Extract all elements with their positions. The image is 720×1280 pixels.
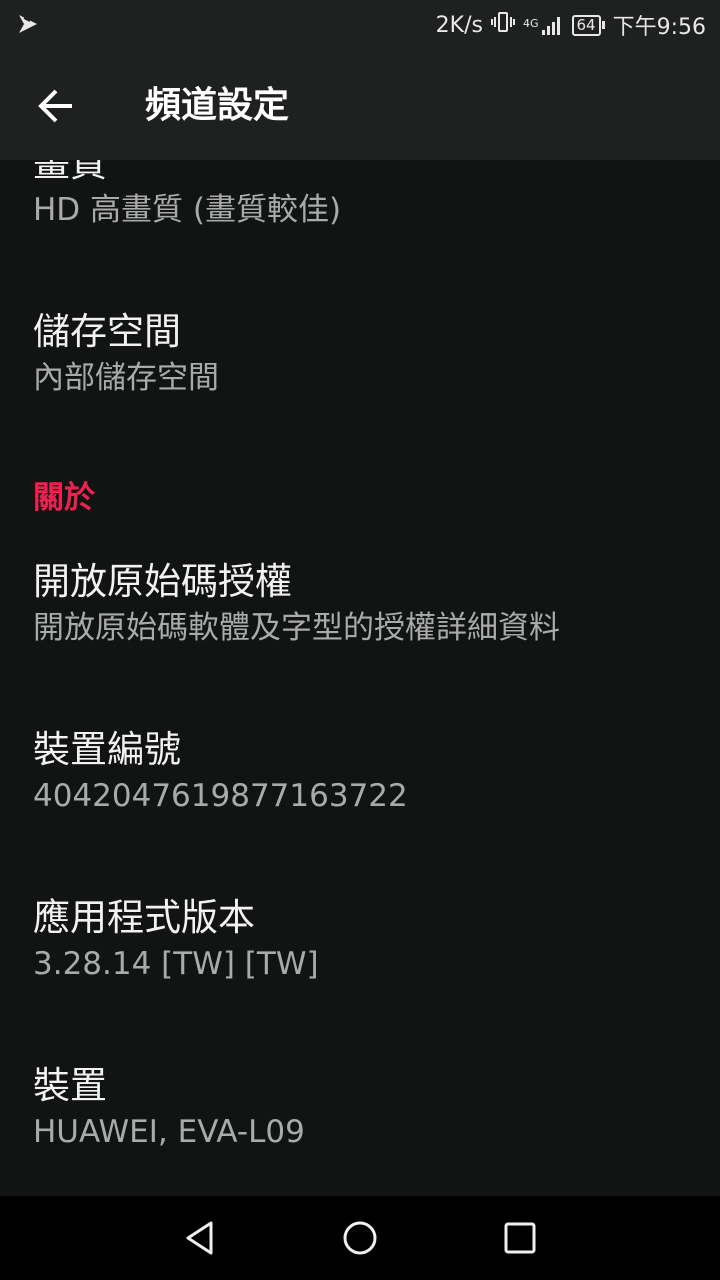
- pref-device-id[interactable]: 裝置編號 4042047619877163722: [33, 726, 408, 818]
- section-header-about: 關於: [33, 480, 95, 516]
- back-button[interactable]: [28, 78, 84, 134]
- pref-title: 應用程式版本: [33, 896, 255, 939]
- pref-storage[interactable]: 儲存空間 內部儲存空間: [33, 308, 219, 400]
- pref-title: 儲存空間: [33, 310, 181, 353]
- battery-level: 64: [571, 14, 601, 36]
- pref-title: 畫質: [33, 160, 107, 185]
- pref-summary: 4042047619877163722: [33, 778, 408, 814]
- pref-summary: HD 高畫質 (畫質較佳): [33, 192, 342, 228]
- signal-icon: 4G: [523, 14, 564, 36]
- clock: 下午9:56: [612, 15, 706, 40]
- triangle-back-icon: [186, 1221, 213, 1255]
- page-title: 頻道設定: [145, 85, 290, 126]
- circle-home-icon: [343, 1221, 377, 1255]
- square-recents-icon: [504, 1222, 536, 1254]
- nav-home-button[interactable]: [338, 1216, 382, 1260]
- pref-title: 開放原始碼授權: [33, 560, 292, 603]
- screen: 2K/s 4G 64 下午9:56 頻道設定 畫質 HD 高畫質 (畫質較佳) …: [0, 0, 720, 1280]
- navigation-bar: [0, 1196, 720, 1280]
- status-bar: 2K/s 4G 64 下午9:56: [0, 0, 720, 50]
- pref-summary: HUAWEI, EVA-L09: [33, 1114, 305, 1150]
- pref-device[interactable]: 裝置 HUAWEI, EVA-L09: [33, 1062, 305, 1154]
- status-right: 2K/s 4G 64 下午9:56: [436, 0, 706, 50]
- pref-quality[interactable]: 畫質 HD 高畫質 (畫質較佳): [33, 160, 341, 232]
- pref-summary: 內部儲存空間: [33, 360, 219, 396]
- vibrate-icon: [490, 10, 515, 40]
- net-speed: 2K/s: [435, 12, 483, 38]
- pref-title: 裝置編號: [33, 728, 181, 771]
- nav-back-button[interactable]: [178, 1216, 222, 1260]
- pref-summary: 3.28.14 [TW] [TW]: [33, 946, 319, 982]
- pref-summary: 開放原始碼軟體及字型的授權詳細資料: [33, 610, 560, 646]
- nav-recents-button[interactable]: [498, 1216, 542, 1260]
- notification-icon: [16, 12, 40, 36]
- arrow-back-icon: [38, 89, 72, 123]
- pref-title: 裝置: [33, 1064, 107, 1107]
- battery-icon: 64: [571, 14, 605, 36]
- network-type: 4G: [522, 17, 539, 30]
- pref-open-source[interactable]: 開放原始碼授權 開放原始碼軟體及字型的授權詳細資料: [33, 558, 560, 650]
- settings-list[interactable]: 畫質 HD 高畫質 (畫質較佳) 儲存空間 內部儲存空間 關於 開放原始碼授權 …: [0, 160, 720, 1196]
- pref-app-version[interactable]: 應用程式版本 3.28.14 [TW] [TW]: [33, 894, 319, 986]
- app-bar: 頻道設定: [0, 50, 720, 160]
